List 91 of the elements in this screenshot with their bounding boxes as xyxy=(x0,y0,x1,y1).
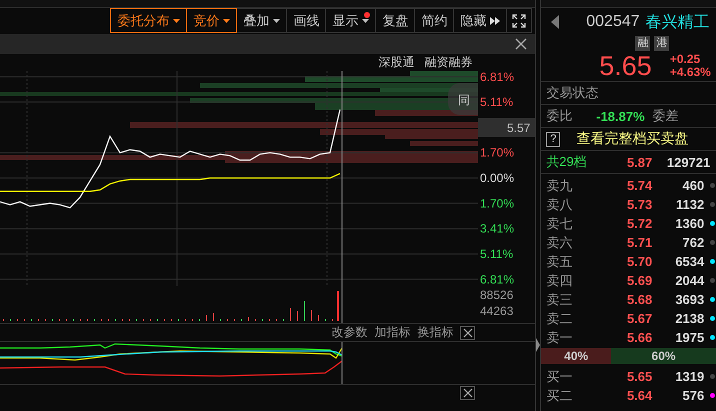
close-button[interactable] xyxy=(460,386,476,400)
level-label: 卖一 xyxy=(546,328,574,346)
ratio-text: 60% xyxy=(652,349,676,363)
price-cell-text: 5.73 xyxy=(626,197,652,212)
volume-cell-text: 2138 xyxy=(674,311,704,326)
price-cell-text: 5.68 xyxy=(626,292,652,307)
indicator-link[interactable]: 加指标 xyxy=(374,324,410,341)
volume-cell-text: 3693 xyxy=(674,292,704,307)
level-label: 卖三 xyxy=(546,290,574,308)
percent-change: +4.63% xyxy=(670,66,711,79)
caret-icon xyxy=(273,18,280,22)
price-change: +0.25 xyxy=(670,53,702,66)
level-label: 卖八 xyxy=(546,196,574,214)
level-label: 卖九 xyxy=(546,176,574,194)
price-cell-text: 5.70 xyxy=(626,254,652,269)
price-cell-text: 5.65 xyxy=(626,369,652,384)
close-icon xyxy=(462,388,473,398)
price-cell-text: 5.74 xyxy=(626,178,652,193)
volume-cell-text: 2044 xyxy=(674,273,704,288)
bubble-text: 同 xyxy=(458,93,470,107)
ratio-label: 委比 xyxy=(546,107,572,125)
volume-cell-text: 1975 xyxy=(674,330,704,345)
price-cell-text: 5.72 xyxy=(626,216,652,231)
header-link[interactable]: 融资融券 xyxy=(424,54,472,71)
level-label: 卖五 xyxy=(546,252,574,270)
tag: 融 xyxy=(635,36,650,51)
indicator-link[interactable]: 换指标 xyxy=(417,324,454,341)
volume-cell-text: 1360 xyxy=(674,216,704,231)
axis-label: 5.11% xyxy=(480,247,514,261)
caret-icon xyxy=(362,18,370,22)
depth-count: 共29档 xyxy=(546,153,588,171)
price-cell-text: 5.69 xyxy=(626,273,652,288)
full-depth-link[interactable]: 查看完整档买卖盘 xyxy=(576,130,688,148)
level-label: 卖七 xyxy=(546,214,574,232)
caret-icon xyxy=(223,18,230,22)
close-icon xyxy=(462,328,473,338)
axis-label: 1.70% xyxy=(480,196,514,210)
axis-label: 6.81% xyxy=(480,71,514,84)
level-label: 买一 xyxy=(546,368,574,386)
back-arrow-icon[interactable] xyxy=(551,15,560,29)
toolbar-button[interactable]: 简约 xyxy=(415,8,454,33)
stock-name: 春兴精工 xyxy=(646,12,710,32)
toolbar-button[interactable]: 竞价 xyxy=(187,8,238,33)
axis-label: 0.00% xyxy=(480,171,514,185)
price-cell-text: 5.64 xyxy=(626,388,652,403)
status-label: 交易状态 xyxy=(546,84,598,102)
current-price: 5.65 xyxy=(599,50,652,82)
ratio-text: 40% xyxy=(564,349,588,363)
volume-cell-text: 460 xyxy=(682,178,704,193)
tag: 港 xyxy=(654,36,670,51)
axis-label: 3.41% xyxy=(480,222,514,236)
fullscreen-button[interactable] xyxy=(507,8,532,33)
axis-label: 88526 xyxy=(480,288,514,302)
double-arrow-icon xyxy=(490,16,500,24)
collapse-handle-icon[interactable] xyxy=(536,338,540,352)
price-cell-text: 5.66 xyxy=(626,330,652,345)
axis-label: 1.70% xyxy=(480,146,514,160)
level-label: 卖六 xyxy=(546,234,574,252)
ratio-value: -18.87% xyxy=(596,108,645,124)
fullscreen-icon xyxy=(512,14,526,28)
close-button[interactable] xyxy=(460,326,476,340)
toolbar-button[interactable]: 复盘 xyxy=(376,8,416,33)
volume-cell-text: 6534 xyxy=(674,254,704,269)
volume-cell-text: 762 xyxy=(682,235,704,250)
toolbar-button[interactable]: 显示 xyxy=(326,8,376,33)
toolbar-button[interactable]: 叠加 xyxy=(237,8,288,33)
volume-cell-text: 129721 xyxy=(666,154,710,170)
toolbar-button[interactable]: 隐藏 xyxy=(454,8,508,33)
axis-label: 6.81% xyxy=(480,272,514,286)
volume-cell-text: 1132 xyxy=(675,197,704,212)
level-label: 买二 xyxy=(546,386,574,404)
toolbar-button[interactable]: 画线 xyxy=(287,8,326,33)
level-label: 卖四 xyxy=(546,272,574,290)
price-marker-text: 5.57 xyxy=(507,121,530,135)
toolbar-button[interactable]: 委托分布 xyxy=(110,8,188,33)
close-icon[interactable] xyxy=(515,38,528,50)
level-label: 卖二 xyxy=(546,310,574,328)
axis-label: 5.11% xyxy=(480,95,514,109)
diff-label: 委差 xyxy=(652,107,679,125)
indicator-link[interactable]: 改参数 xyxy=(331,324,368,341)
stock-code: 002547 xyxy=(586,13,640,31)
caret-icon xyxy=(173,18,180,22)
axis-label: 44263 xyxy=(480,304,514,318)
price-cell-text: 5.67 xyxy=(626,311,652,326)
price-cell-text: 5.87 xyxy=(626,154,652,170)
help-button[interactable]: ? xyxy=(546,132,560,146)
notification-dot-icon xyxy=(364,12,370,18)
volume-cell-text: 576 xyxy=(682,388,704,403)
header-link[interactable]: 深股通 xyxy=(378,54,414,71)
volume-cell-text: 1319 xyxy=(674,369,704,384)
price-cell-text: 5.71 xyxy=(626,235,652,250)
